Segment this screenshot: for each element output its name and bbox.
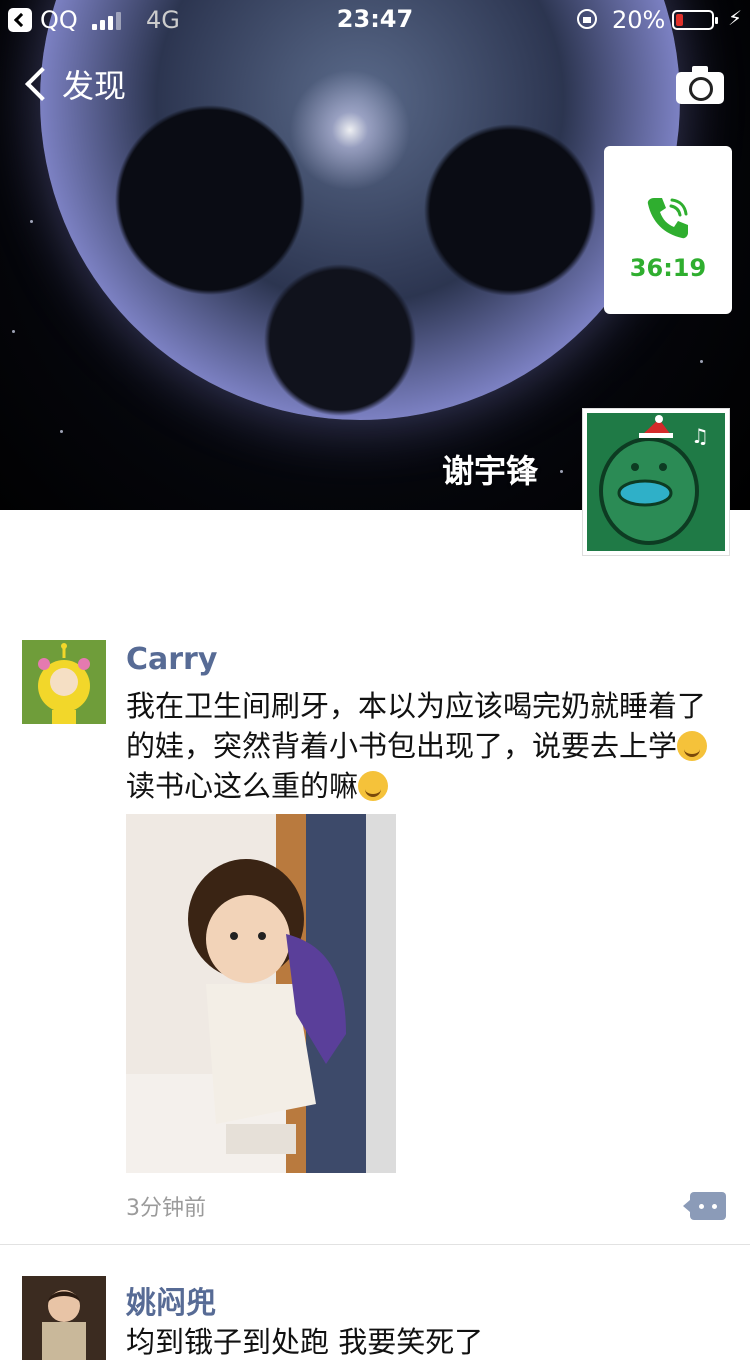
star bbox=[700, 360, 703, 363]
smirk-emoji-icon bbox=[358, 771, 389, 801]
phone-call-icon bbox=[647, 198, 688, 239]
charging-icon: ⚡ bbox=[728, 6, 743, 30]
call-duration: 36:19 bbox=[629, 254, 707, 282]
battery-icon bbox=[672, 10, 718, 30]
post-timestamp: 3分钟前 bbox=[126, 1196, 206, 1221]
svg-text:♫: ♫ bbox=[691, 424, 709, 448]
star bbox=[560, 470, 563, 473]
star bbox=[30, 220, 33, 223]
teletubby-avatar-icon bbox=[22, 640, 106, 724]
call-floating-window[interactable]: 36:19 bbox=[604, 146, 732, 314]
child-photo-image bbox=[126, 814, 396, 1173]
star bbox=[60, 430, 63, 433]
post-text: 我在卫生间刷牙，本以为应该喝完奶就睡着了的娃，突然背着小书包出现了，说要去上学读… bbox=[126, 686, 726, 806]
rotation-lock-icon bbox=[577, 9, 597, 29]
post-divider bbox=[0, 1244, 750, 1245]
comment-button[interactable] bbox=[683, 1192, 726, 1220]
bear-avatar-icon: ♫ bbox=[587, 413, 725, 551]
back-label: 发现 bbox=[62, 67, 127, 105]
profile-avatar[interactable]: ♫ bbox=[582, 408, 730, 556]
profile-name[interactable]: 谢宇锋 bbox=[442, 446, 538, 492]
star bbox=[12, 330, 15, 333]
chevron-left-icon bbox=[25, 67, 59, 101]
post-text-part: 均到锇子到处跑 我要笑死了 bbox=[126, 1325, 484, 1359]
post-author-avatar[interactable] bbox=[22, 640, 106, 724]
post-author-name[interactable]: Carry bbox=[126, 642, 217, 677]
post-text-part: 读书心这么重的嘛 bbox=[126, 769, 359, 803]
child-avatar-icon bbox=[22, 1276, 106, 1360]
status-bar: QQ 4G 23:47 20% ⚡ bbox=[0, 0, 750, 40]
battery-percent: 20% bbox=[612, 6, 666, 34]
back-button[interactable]: 发现 bbox=[20, 62, 126, 106]
post-text-part: 我在卫生间刷牙，本以为应该喝完奶就睡着了的娃，突然背着小书包出现了，说要去上学 bbox=[126, 689, 707, 763]
post-author-name[interactable]: 姚闷兜 bbox=[126, 1278, 216, 1322]
post-photo[interactable] bbox=[126, 814, 396, 1173]
post-text: 均到锇子到处跑 我要笑死了 bbox=[126, 1322, 726, 1362]
camera-button[interactable] bbox=[676, 64, 724, 104]
post-author-avatar[interactable] bbox=[22, 1276, 106, 1360]
cover-planet-image bbox=[40, 0, 680, 420]
laughing-crying-emoji-icon bbox=[677, 731, 708, 761]
